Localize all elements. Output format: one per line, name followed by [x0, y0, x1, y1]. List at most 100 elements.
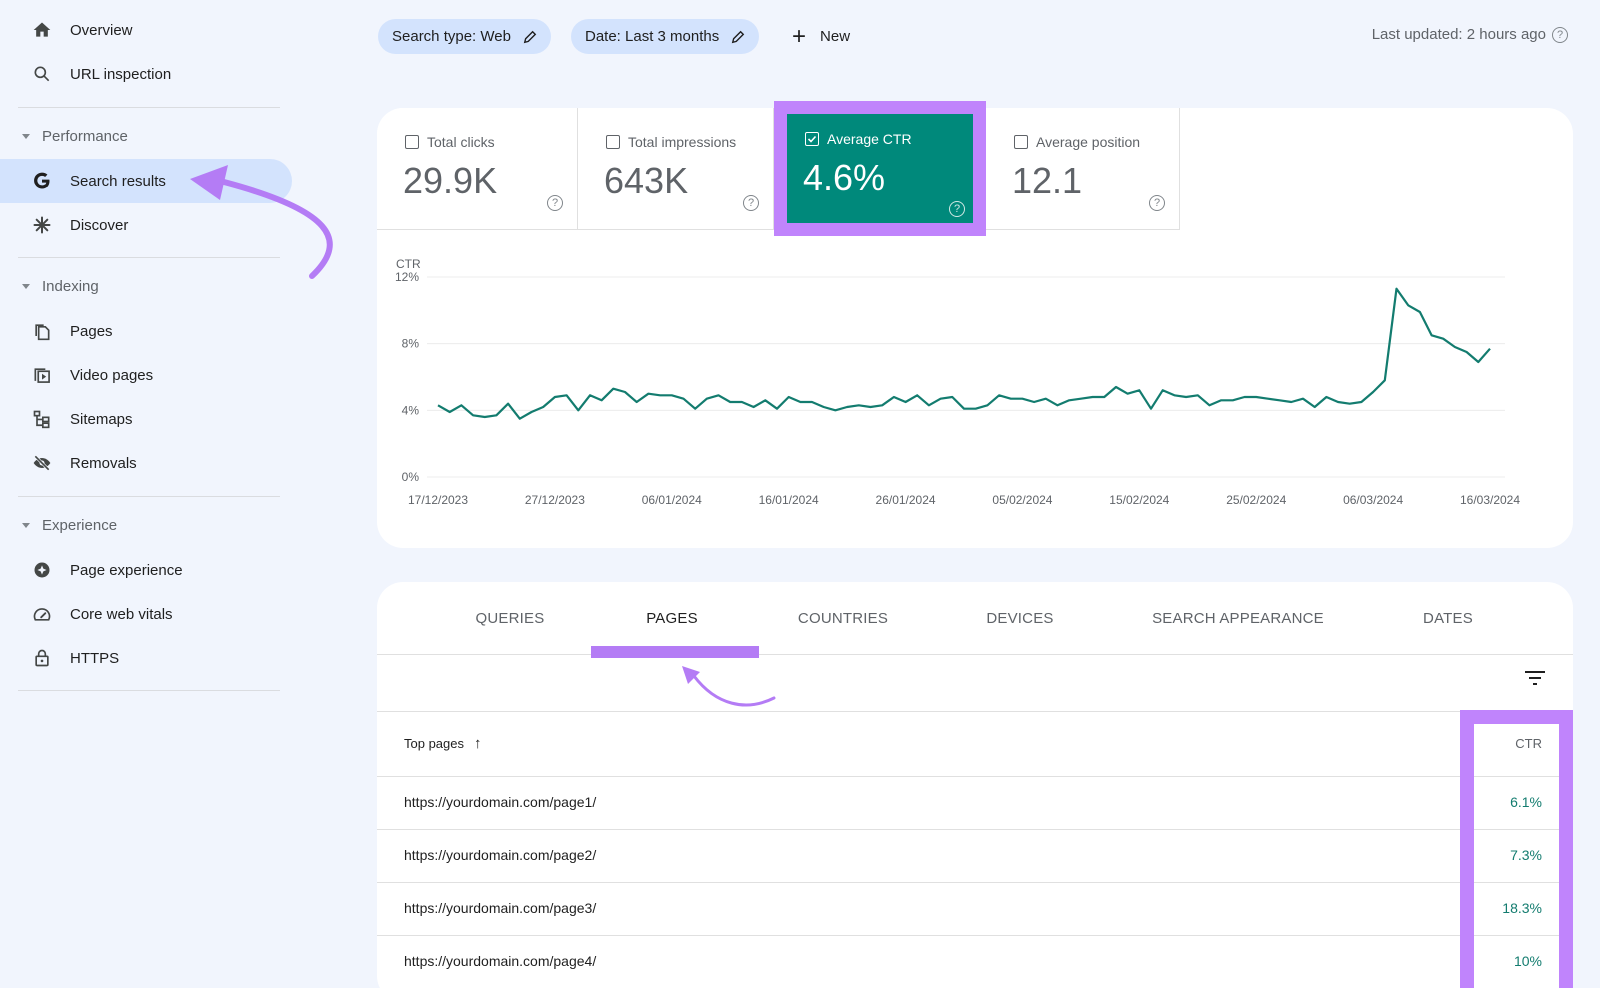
sidebar-item-label: Page experience: [70, 562, 183, 579]
caret-down-icon: [22, 284, 30, 289]
sidebar-item-label: Overview: [70, 22, 133, 39]
sidebar-item-label: Pages: [70, 323, 113, 340]
search-icon: [30, 62, 54, 86]
x-tick-label: 16/03/2024: [1460, 493, 1520, 507]
sidebar-item-overview[interactable]: Overview: [0, 8, 292, 52]
metric-value: 643K: [604, 160, 688, 202]
tab-countries[interactable]: COUNTRIES: [778, 600, 908, 636]
table-row-page[interactable]: https://yourdomain.com/page2/: [404, 847, 596, 863]
sidebar-item-https[interactable]: HTTPS: [0, 636, 292, 680]
sidebar-item-search-results[interactable]: Search results: [0, 159, 292, 203]
page-experience-icon: [30, 558, 54, 582]
tab-pages[interactable]: PAGES: [622, 600, 722, 636]
column-header-ctr[interactable]: CTR: [1515, 736, 1542, 751]
sidebar-item-sitemaps[interactable]: Sitemaps: [0, 397, 292, 441]
metric-total-clicks[interactable]: Total clicks 29.9K ?: [377, 108, 578, 230]
table-row-ctr: 18.3%: [1502, 900, 1542, 916]
breakdown-card: [377, 582, 1573, 988]
column-header-label: Top pages: [404, 736, 464, 751]
x-tick-label: 27/12/2023: [525, 493, 585, 507]
metric-total-impressions[interactable]: Total impressions 643K ?: [578, 108, 774, 230]
row-divider: [1474, 882, 1559, 883]
metric-value: 29.9K: [403, 160, 497, 202]
tab-devices[interactable]: DEVICES: [970, 600, 1070, 636]
help-icon[interactable]: ?: [743, 195, 759, 211]
metric-label: Total clicks: [427, 134, 495, 150]
sidebar-item-label: Video pages: [70, 367, 153, 384]
help-icon[interactable]: ?: [1552, 27, 1568, 43]
x-tick-label: 25/02/2024: [1226, 493, 1286, 507]
section-indexing[interactable]: Indexing: [22, 271, 99, 301]
metric-label: Average position: [1036, 134, 1140, 150]
metric-value: 4.6%: [803, 157, 885, 199]
pages-icon: [30, 319, 54, 343]
divider: [18, 107, 280, 108]
row-divider: [1474, 776, 1559, 777]
row-divider: [377, 776, 1460, 777]
help-icon[interactable]: ?: [547, 195, 563, 211]
series-line-ctr: [438, 289, 1490, 419]
row-divider: [377, 935, 1460, 936]
last-updated: Last updated: 2 hours ago ?: [1372, 26, 1568, 43]
column-header-top-pages[interactable]: Top pages ↑: [404, 735, 482, 752]
row-divider: [377, 829, 1460, 830]
metric-label: Average CTR: [827, 131, 912, 147]
sidebar-item-label: HTTPS: [70, 650, 119, 667]
table-row-ctr: 7.3%: [1510, 847, 1542, 863]
section-performance[interactable]: Performance: [22, 121, 128, 151]
help-icon[interactable]: ?: [949, 201, 965, 217]
new-filter-button[interactable]: + New: [792, 19, 850, 54]
table-row-page[interactable]: https://yourdomain.com/page4/: [404, 953, 596, 969]
chip-label: Date: Last 3 months: [585, 28, 719, 45]
new-label: New: [820, 28, 850, 45]
y-tick-label: 0%: [402, 470, 420, 484]
x-tick-label: 06/01/2024: [642, 493, 702, 507]
metric-average-ctr[interactable]: Average CTR 4.6% ?: [774, 101, 986, 236]
section-experience[interactable]: Experience: [22, 510, 117, 540]
eye-off-icon: [30, 451, 54, 475]
tabs-divider: [377, 654, 1573, 655]
video-pages-icon: [30, 363, 54, 387]
section-title: Indexing: [42, 278, 99, 295]
sidebar-item-page-experience[interactable]: Page experience: [0, 548, 292, 592]
tab-queries[interactable]: QUERIES: [460, 600, 560, 636]
sidebar-item-url-inspection[interactable]: URL inspection: [0, 52, 292, 96]
filter-chip-date[interactable]: Date: Last 3 months: [571, 19, 759, 54]
sidebar-item-discover[interactable]: Discover: [0, 203, 292, 247]
table-row-ctr: 10%: [1514, 953, 1542, 969]
y-tick-label: 4%: [402, 403, 420, 417]
x-tick-label: 15/02/2024: [1109, 493, 1169, 507]
tab-search-appearance[interactable]: SEARCH APPEARANCE: [1142, 600, 1334, 636]
sidebar-item-video-pages[interactable]: Video pages: [0, 353, 292, 397]
sidebar-item-label: Core web vitals: [70, 606, 173, 623]
section-title: Performance: [42, 128, 128, 145]
sidebar-item-removals[interactable]: Removals: [0, 441, 292, 485]
x-tick-label: 26/01/2024: [876, 493, 936, 507]
checkbox-icon[interactable]: [1014, 135, 1028, 149]
sidebar-item-label: Search results: [70, 173, 166, 190]
y-tick-label: 12%: [395, 270, 419, 284]
metric-value: 12.1: [1012, 160, 1082, 202]
help-icon[interactable]: ?: [1149, 195, 1165, 211]
sidebar-item-core-web-vitals[interactable]: Core web vitals: [0, 592, 292, 636]
checkbox-icon[interactable]: [405, 135, 419, 149]
table-row-page[interactable]: https://yourdomain.com/page1/: [404, 794, 596, 810]
checkbox-icon[interactable]: [606, 135, 620, 149]
sidebar-item-label: Discover: [70, 217, 128, 234]
metric-average-position[interactable]: Average position 12.1 ?: [986, 108, 1180, 230]
checkbox-checked-icon[interactable]: [805, 132, 819, 146]
table-row-ctr: 6.1%: [1510, 794, 1542, 810]
sitemap-icon: [30, 407, 54, 431]
metric-ctr-tile: Average CTR 4.6% ?: [787, 114, 973, 223]
sidebar-item-label: Removals: [70, 455, 137, 472]
filter-chip-search-type[interactable]: Search type: Web: [378, 19, 551, 54]
ctr-line-chart: CTR 0%4%8%12% 17/12/202327/12/202306/01/…: [377, 240, 1573, 530]
tab-dates[interactable]: DATES: [1408, 600, 1488, 636]
home-icon: [30, 18, 54, 42]
table-row-page[interactable]: https://yourdomain.com/page3/: [404, 900, 596, 916]
filter-icon[interactable]: [1524, 670, 1546, 686]
asterisk-icon: [30, 213, 54, 237]
sidebar-item-pages[interactable]: Pages: [0, 309, 292, 353]
divider: [18, 690, 280, 691]
active-tab-highlight: [591, 646, 759, 658]
